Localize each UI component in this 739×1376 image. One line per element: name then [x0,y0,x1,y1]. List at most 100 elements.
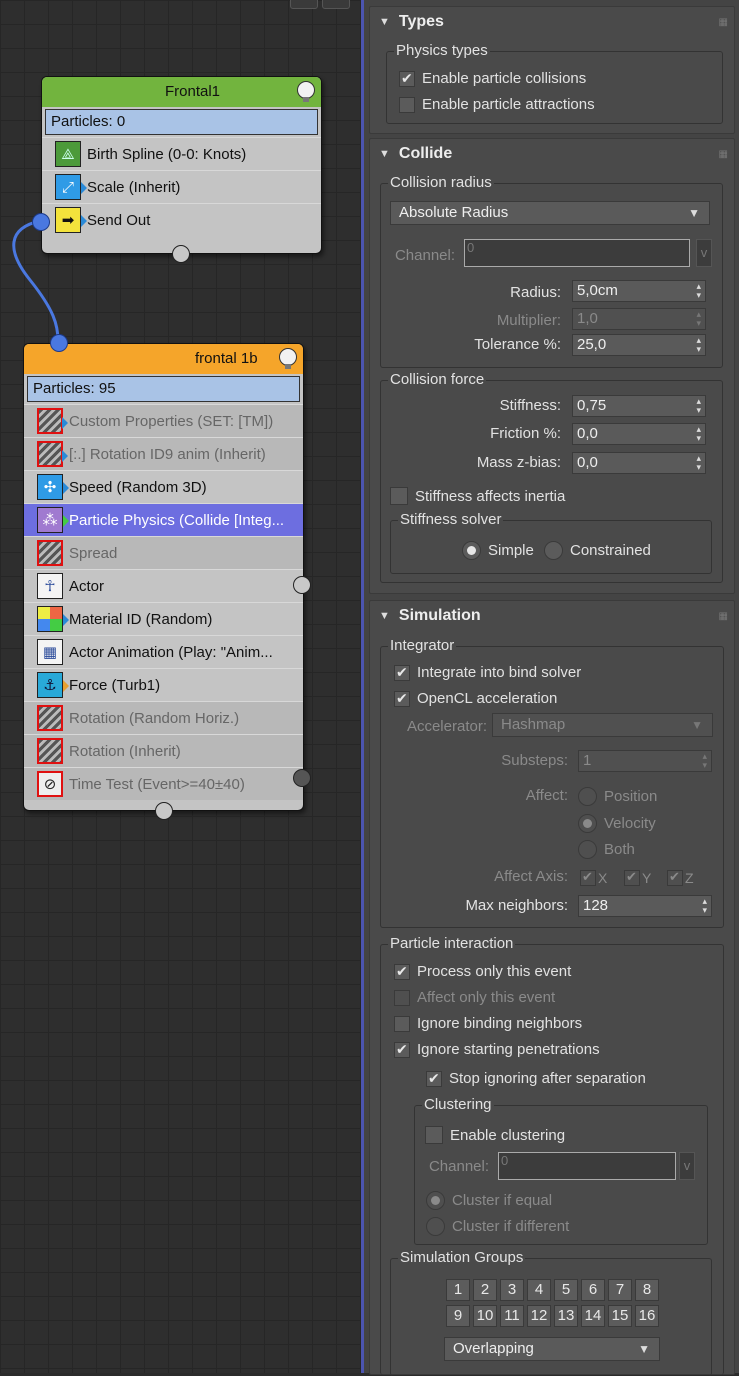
enable-collisions-checkbox[interactable]: Enable particle collisions [399,70,586,87]
collapse-arrow-icon[interactable]: ▼ [379,610,390,622]
channel-v-button[interactable]: v [696,239,712,267]
radius-spinner[interactable]: 5,0cm [572,280,706,302]
enable-attractions-checkbox[interactable]: Enable particle attractions [399,96,595,113]
operator-row[interactable]: ⚓ Force (Turb1) [24,668,303,701]
event-header[interactable]: Frontal1 [42,77,321,107]
lightbulb-icon[interactable] [297,81,315,102]
group-button-15[interactable]: 15 [608,1305,632,1327]
operator-row[interactable]: ⊘ Time Test (Event>=40±40) [24,767,303,800]
axis-x-checkbox[interactable]: X [580,869,607,886]
overlap-mode-dropdown[interactable]: Overlapping ▼ [444,1337,660,1361]
group-button-10[interactable]: 10 [473,1305,497,1327]
opencl-checkbox[interactable]: OpenCL acceleration [394,690,557,707]
input-socket[interactable] [50,334,68,352]
checkbox-box[interactable] [580,869,596,886]
test-output-socket[interactable] [293,769,311,787]
radio-dot[interactable] [426,1217,445,1236]
stiffness-spinner[interactable]: 0,75 [572,395,706,417]
group-button-7[interactable]: 7 [608,1279,632,1301]
grip-icon[interactable]: ▦ [719,17,728,28]
operator-row[interactable]: ⤢ Scale (Inherit) [42,170,321,203]
operator-row[interactable]: ⟁ Birth Spline (0-0: Knots) [42,137,321,170]
rollout-header[interactable]: ▼ Collide ▦ [370,139,734,169]
actor-output-socket[interactable] [293,576,311,594]
checkbox-box[interactable] [426,1070,442,1087]
bind-solver-checkbox[interactable]: Integrate into bind solver [394,664,581,681]
cluster-channel-v-button[interactable]: v [679,1152,695,1180]
group-button-12[interactable]: 12 [527,1305,551,1327]
operator-row[interactable]: Rotation (Random Horiz.) [24,701,303,734]
checkbox-box[interactable] [394,690,410,707]
operator-row[interactable]: Material ID (Random) [24,602,303,635]
checkbox-box[interactable] [667,869,683,886]
rollout-header[interactable]: ▼ Types ▦ [370,7,734,37]
cluster-if-different-radio[interactable]: Cluster if different [426,1217,569,1236]
operator-row[interactable]: Custom Properties (SET: [TM]) [24,404,303,437]
group-button-3[interactable]: 3 [500,1279,524,1301]
particle-view-canvas[interactable]: Frontal1 Particles: 0 ⟁ Birth Spline (0-… [0,0,363,1373]
operator-row[interactable]: ➡ Send Out [42,203,321,236]
checkbox-box[interactable] [390,487,408,505]
checkbox-box[interactable] [394,989,410,1006]
radio-dot[interactable] [578,814,597,833]
axis-y-checkbox[interactable]: Y [624,869,651,886]
collapse-arrow-icon[interactable]: ▼ [379,148,390,160]
affect-only-checkbox[interactable]: Affect only this event [394,989,555,1006]
checkbox-box[interactable] [394,664,410,681]
grip-icon[interactable]: ▦ [719,611,728,622]
position-radio[interactable]: Position [578,787,657,806]
output-socket-bottom[interactable] [172,245,190,263]
radio-dot[interactable] [578,840,597,859]
output-socket-bottom[interactable] [155,802,173,820]
operator-row[interactable]: ▦ Actor Animation (Play: "Anim... [24,635,303,668]
checkbox-box[interactable] [399,96,415,113]
checkbox-box[interactable] [394,1015,410,1032]
ignore-binding-checkbox[interactable]: Ignore binding neighbors [394,1015,582,1032]
group-button-4[interactable]: 4 [527,1279,551,1301]
checkbox-box[interactable] [624,869,640,886]
event-node-frontal1[interactable]: Frontal1 Particles: 0 ⟁ Birth Spline (0-… [41,76,322,254]
checkbox-box[interactable] [394,1041,410,1058]
operator-row[interactable]: ☥ Actor [24,569,303,602]
constrained-radio[interactable]: Constrained [544,541,651,560]
group-button-16[interactable]: 16 [635,1305,659,1327]
stiffness-affects-inertia-checkbox[interactable]: Stiffness affects inertia [390,487,565,505]
group-button-11[interactable]: 11 [500,1305,524,1327]
operator-row-selected[interactable]: ⁂ Particle Physics (Collide [Integ... [24,503,303,536]
output-socket[interactable] [32,213,50,231]
cluster-channel-input[interactable]: 0 [498,1152,676,1180]
mass-z-bias-spinner[interactable]: 0,0 [572,452,706,474]
group-button-6[interactable]: 6 [581,1279,605,1301]
rollout-header[interactable]: ▼ Simulation ▦ [370,601,734,631]
substeps-spinner[interactable]: 1 [578,750,712,772]
channel-input[interactable]: 0 [464,239,690,267]
operator-row[interactable]: Spread [24,536,303,569]
lightbulb-icon[interactable] [279,348,297,369]
grip-icon[interactable]: ▦ [719,149,728,160]
radio-dot[interactable] [544,541,563,560]
group-button-9[interactable]: 9 [446,1305,470,1327]
radio-dot[interactable] [462,541,481,560]
checkbox-box[interactable] [425,1126,443,1144]
checkbox-box[interactable] [394,963,410,980]
operator-row[interactable]: ✣ Speed (Random 3D) [24,470,303,503]
group-button-5[interactable]: 5 [554,1279,578,1301]
stop-ignoring-checkbox[interactable]: Stop ignoring after separation [426,1070,646,1087]
tolerance-spinner[interactable]: 25,0 [572,334,706,356]
process-only-checkbox[interactable]: Process only this event [394,963,571,980]
radio-dot[interactable] [426,1191,445,1210]
friction-spinner[interactable]: 0,0 [572,423,706,445]
radio-dot[interactable] [578,787,597,806]
velocity-radio[interactable]: Velocity [578,814,656,833]
accelerator-dropdown[interactable]: Hashmap ▼ [492,713,713,737]
group-button-13[interactable]: 13 [554,1305,578,1327]
event-node-frontal-1b[interactable]: frontal 1b Particles: 95 Custom Properti… [23,343,304,811]
both-radio[interactable]: Both [578,840,635,859]
radius-mode-dropdown[interactable]: Absolute Radius ▼ [390,201,710,225]
multiplier-spinner[interactable]: 1,0 [572,308,706,330]
max-neighbors-spinner[interactable]: 128 [578,895,712,917]
group-button-14[interactable]: 14 [581,1305,605,1327]
simple-radio[interactable]: Simple [462,541,534,560]
group-button-1[interactable]: 1 [446,1279,470,1301]
operator-row[interactable]: Rotation (Inherit) [24,734,303,767]
